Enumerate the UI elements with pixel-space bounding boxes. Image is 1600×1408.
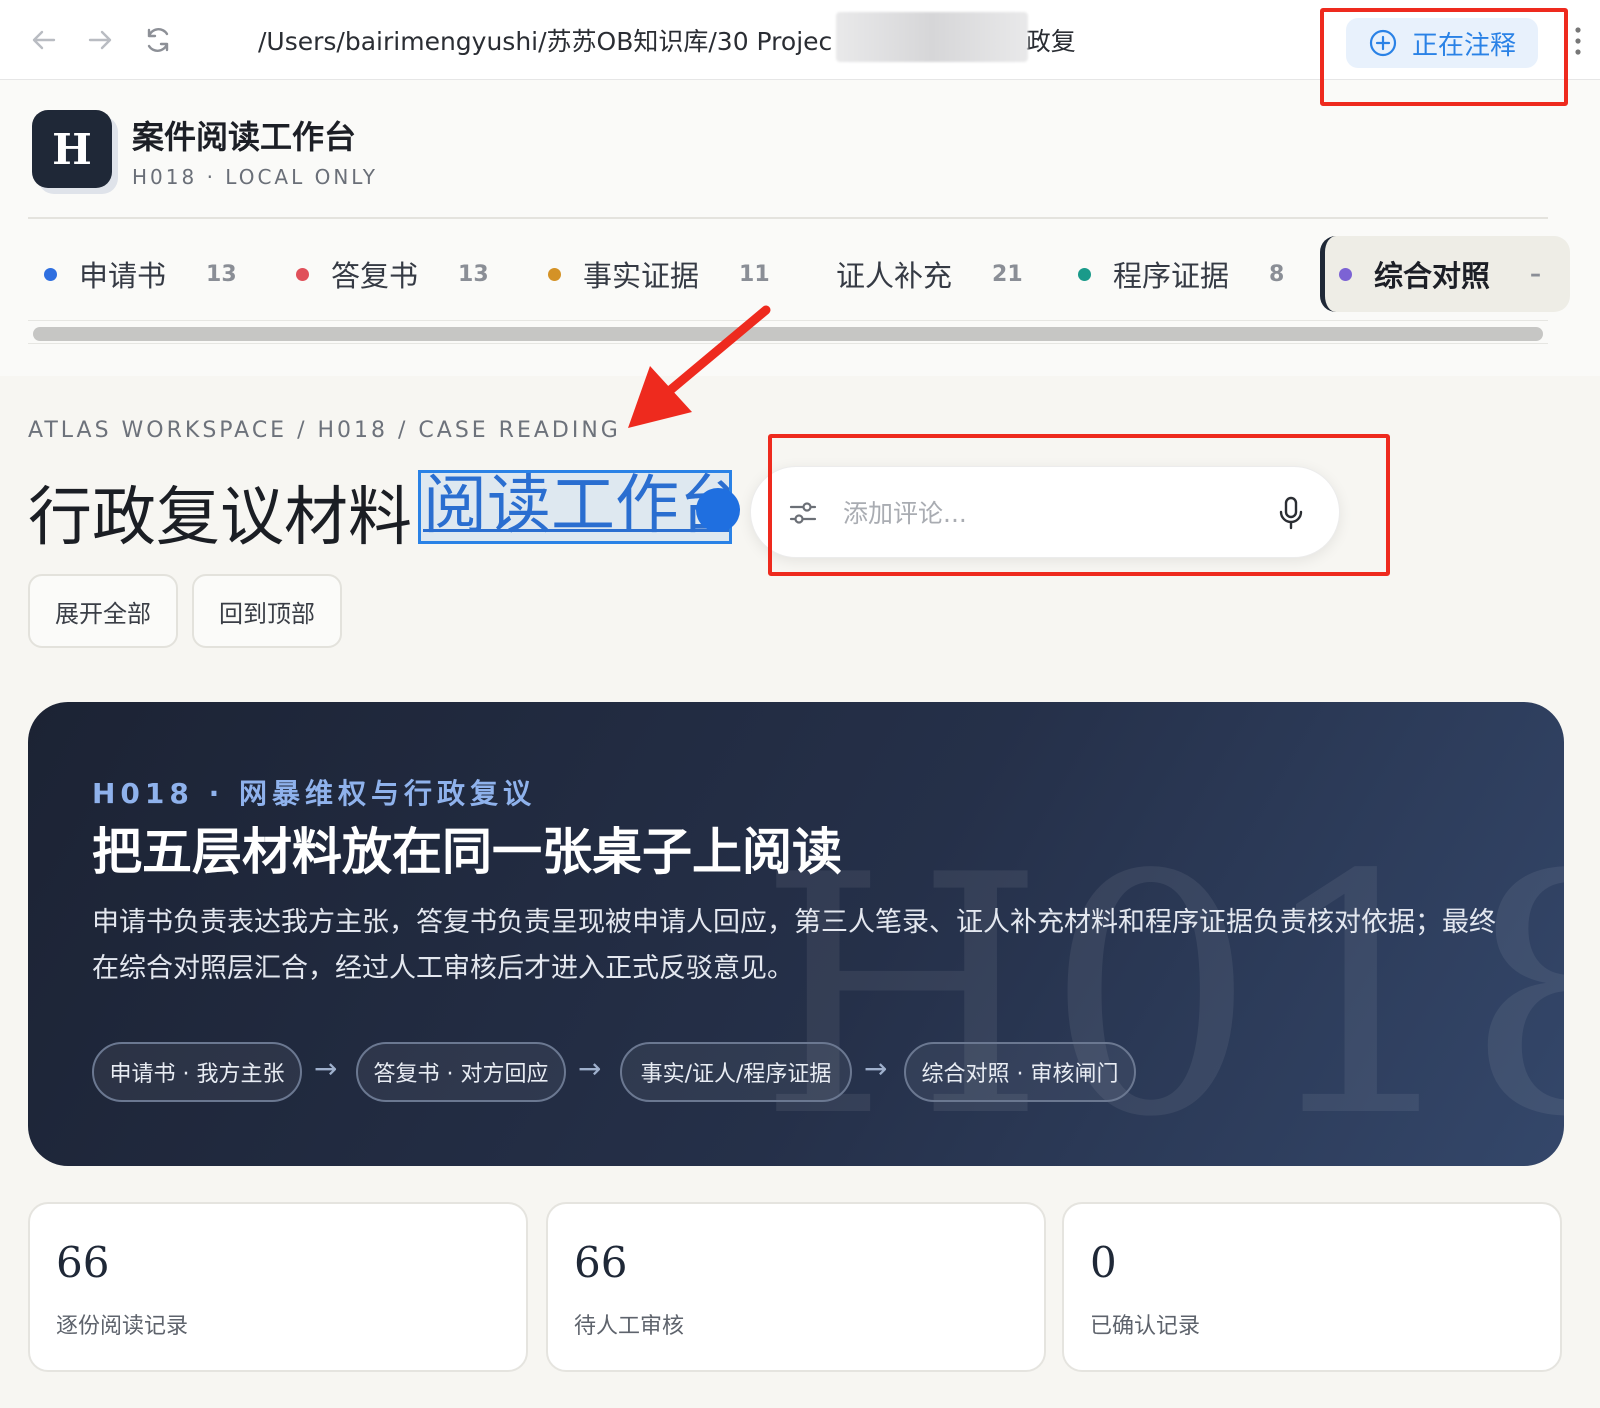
forward-arrow-icon[interactable]: [82, 22, 118, 58]
tab-fact-evidence[interactable]: 事实证据 11: [548, 236, 770, 312]
more-menu-icon[interactable]: [1570, 24, 1586, 58]
tabs-scrollbar[interactable]: [28, 320, 1548, 344]
selection-handle[interactable]: [696, 488, 740, 532]
tab-count: 8: [1269, 261, 1285, 287]
app-title: 案件阅读工作台: [132, 118, 357, 156]
comment-input[interactable]: [843, 489, 1243, 537]
tab-witness[interactable]: 证人补充 21: [836, 236, 1023, 312]
header-divider: [28, 217, 1548, 219]
tab-count: 13: [458, 261, 489, 287]
tab-reply[interactable]: 答复书 13: [296, 236, 489, 312]
tab-application[interactable]: 申请书 13: [44, 236, 237, 312]
stat-card-pending-review: 66 待人工审核: [546, 1202, 1046, 1372]
comment-box: [750, 466, 1340, 558]
tab-count: –: [1530, 261, 1542, 287]
back-arrow-icon[interactable]: [26, 22, 62, 58]
flow-step: 答复书 · 对方回应: [356, 1042, 566, 1102]
plus-circle-icon: [1369, 29, 1397, 57]
tab-count: 13: [206, 261, 237, 287]
tab-label: 程序证据: [1113, 259, 1230, 293]
stat-label: 逐份阅读记录: [56, 1314, 189, 1339]
tab-label: 综合对照: [1374, 259, 1491, 293]
layer-tabs: 申请书 13 答复书 13 事实证据 11 证人补充 21 程序证据 8 综合对…: [28, 236, 1570, 314]
stat-label: 待人工审核: [574, 1314, 685, 1339]
stat-card-confirmed: 0 已确认记录: [1062, 1202, 1562, 1372]
redacted-path-segment: [836, 12, 1028, 62]
breadcrumb: ATLAS WORKSPACE / H018 / CASE READING: [28, 418, 621, 443]
status-dot: [44, 267, 57, 281]
flow-step: 综合对照 · 审核闸门: [904, 1042, 1136, 1102]
arrow-right-icon: →: [578, 1052, 602, 1085]
arrow-right-icon: →: [864, 1052, 888, 1085]
tab-label: 答复书: [331, 259, 419, 293]
app-logo: H: [32, 110, 112, 188]
microphone-icon[interactable]: [1275, 495, 1307, 531]
tab-procedure-evidence[interactable]: 程序证据 8: [1078, 236, 1284, 312]
stat-value: 0: [1090, 1238, 1117, 1287]
flow-step: 事实/证人/程序证据: [620, 1042, 852, 1102]
status-dot: [548, 267, 561, 281]
tab-label: 申请书: [79, 259, 167, 293]
status-dot: [296, 267, 309, 281]
reload-icon[interactable]: [140, 22, 176, 58]
tab-count: 11: [739, 261, 770, 287]
hero-kicker: H018 · 网暴维权与行政复议: [92, 777, 537, 810]
status-dot: [1339, 267, 1352, 281]
stat-label: 已确认记录: [1090, 1314, 1201, 1339]
address-bar[interactable]: /Users/bairimengyushi/苏苏OB知识库/30 Projec …: [258, 22, 1270, 62]
hero-watermark: H018: [758, 805, 1564, 1166]
tab-label: 事实证据: [583, 259, 700, 293]
tab-comprehensive[interactable]: 综合对照 –: [1320, 236, 1570, 312]
tab-count: 21: [992, 261, 1023, 287]
sliders-icon[interactable]: [787, 497, 819, 529]
browser-toolbar: /Users/bairimengyushi/苏苏OB知识库/30 Projec …: [0, 0, 1600, 80]
selected-title-text[interactable]: 阅读工作台: [418, 470, 732, 544]
expand-all-button[interactable]: 展开全部: [28, 574, 178, 648]
stat-value: 66: [56, 1238, 110, 1287]
app-subtitle: H018 · LOCAL ONLY: [132, 165, 379, 189]
annotate-button-label: 正在注释: [1411, 30, 1516, 61]
page-title: 行政复议材料: [28, 481, 412, 555]
tab-label: 证人补充: [836, 259, 953, 293]
hero-card: H018 H018 · 网暴维权与行政复议 把五层材料放在同一张桌子上阅读 申请…: [28, 702, 1564, 1166]
stat-card-reading-records: 66 逐份阅读记录: [28, 1202, 528, 1372]
back-to-top-button[interactable]: 回到顶部: [192, 574, 342, 648]
stat-value: 66: [574, 1238, 628, 1287]
hero-title: 把五层材料放在同一张桌子上阅读: [92, 822, 842, 881]
hero-description: 申请书负责表达我方主张，答复书负责呈现被申请人回应，第三人笔录、证人补充材料和程…: [92, 907, 1496, 984]
annotate-button[interactable]: 正在注释: [1346, 18, 1538, 68]
scrollbar-thumb[interactable]: [33, 327, 1543, 341]
arrow-right-icon: →: [314, 1052, 338, 1085]
status-dot: [1078, 267, 1091, 281]
flow-step: 申请书 · 我方主张: [92, 1042, 302, 1102]
